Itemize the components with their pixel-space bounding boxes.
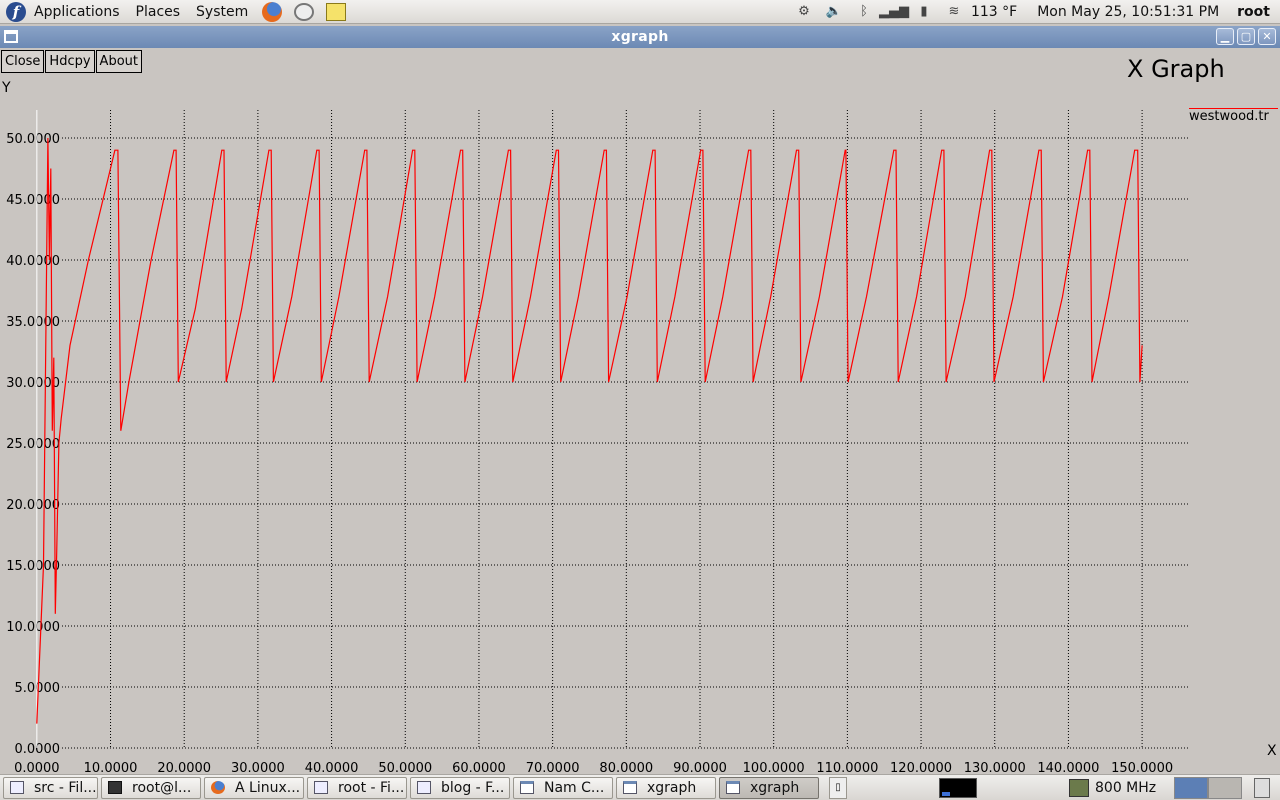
x-tick-label: 10.0000 [84, 761, 138, 772]
cpu-frequency-readout[interactable]: 800 MHz [1095, 780, 1156, 796]
volume-icon[interactable]: 🔈 [824, 3, 844, 21]
close-icon: ✕ [1262, 30, 1272, 43]
mail-launcher[interactable] [292, 1, 316, 23]
terminal-icon [108, 781, 122, 794]
y-tick-label: 10.0000 [6, 620, 60, 635]
window-title: xgraph [611, 29, 669, 45]
task-xgraph-2[interactable]: xgraph [719, 776, 819, 799]
button-bar: Close Hdcpy About [1, 50, 142, 73]
bluetooth-icon[interactable]: ᛒ [854, 3, 874, 21]
maximize-icon: ▢ [1240, 30, 1252, 43]
window-icon [726, 781, 740, 794]
x-tick-label: 150.0000 [1111, 761, 1173, 772]
x-axis-label: X [1267, 743, 1277, 759]
task-label: A Linux... [235, 779, 301, 796]
applications-menu[interactable]: Applications [26, 0, 128, 24]
maximize-button[interactable]: ▢ [1237, 28, 1255, 45]
x-tick-label: 20.0000 [157, 761, 211, 772]
minimize-button[interactable]: ▁ [1216, 28, 1234, 45]
task-root-file-manager[interactable]: root - Fi... [307, 776, 407, 799]
task-xgraph-1[interactable]: xgraph [616, 776, 716, 799]
task-label: Nam C... [544, 779, 605, 796]
notes-icon [326, 2, 347, 21]
system-monitor-graph[interactable] [939, 777, 977, 798]
y-axis-label: Y [2, 80, 11, 96]
plot-area: 0.00005.000010.000015.000020.000025.0000… [6, 110, 1190, 772]
system-menu[interactable]: System [188, 0, 256, 24]
x-tick-label: 70.0000 [526, 761, 580, 772]
window-titlebar[interactable]: xgraph ▁ ▢ ✕ [0, 26, 1280, 48]
xgraph-client-area: 0.0000 5.0000 10.0000 15.0000 20.0000 25.0000… [0, 48, 1280, 772]
network-signal-icon[interactable]: ▂▄▆ [879, 3, 909, 21]
workspace-2[interactable] [1208, 776, 1243, 799]
firefox-icon [211, 781, 225, 794]
notes-launcher[interactable] [324, 1, 348, 23]
series-line-westwood-tr [36, 137, 1143, 724]
temperature-readout[interactable]: 113 °F [969, 4, 1025, 20]
hardcopy-button[interactable]: Hdcpy [45, 50, 95, 73]
file-manager-icon [10, 781, 24, 794]
close-window-button[interactable]: ✕ [1258, 28, 1276, 45]
y-tick-label: 25.0000 [6, 437, 60, 452]
bottom-taskbar: src - Fil... root@l... A Linux... root -… [0, 774, 1280, 800]
task-terminal[interactable]: root@l... [101, 776, 201, 799]
x-tick-label: 90.0000 [673, 761, 727, 772]
task-label: blog - F... [441, 779, 505, 796]
y-tick-label: 20.0000 [6, 498, 60, 513]
window-icon [623, 781, 637, 794]
clock[interactable]: Mon May 25, 10:51:31 PM [1025, 4, 1231, 20]
x-tick-label: 0.0000 [14, 761, 60, 772]
task-label: src - Fil... [34, 779, 97, 796]
top-panel: f Applications Places System ⚙ 🔈 ᛒ ▂▄▆ ▮… [0, 0, 1280, 24]
x-tick-label: 110.0000 [816, 761, 878, 772]
weather-icon[interactable]: ≋ [944, 3, 964, 21]
x-tick-label: 60.0000 [452, 761, 506, 772]
cpu-frequency-icon[interactable] [1069, 778, 1089, 797]
task-blog-file-manager[interactable]: blog - F... [410, 776, 510, 799]
updates-icon[interactable]: ⚙ [794, 3, 814, 21]
window-menu-icon[interactable] [4, 30, 18, 43]
minimize-icon: ▁ [1220, 30, 1230, 43]
task-src-file-manager[interactable]: src - Fil... [3, 776, 98, 799]
task-label: xgraph [647, 779, 697, 796]
firefox-launcher[interactable] [260, 1, 284, 23]
x-tick-label: 30.0000 [231, 761, 285, 772]
about-button[interactable]: About [95, 50, 142, 73]
graph-title: X Graph [1127, 55, 1225, 83]
y-tick-label: 45.0000 [6, 193, 60, 208]
window-icon [520, 781, 534, 794]
y-tick-label: 15.0000 [6, 559, 60, 574]
firefox-icon [262, 1, 283, 22]
x-tick-label: 130.0000 [964, 761, 1026, 772]
window-controls: ▁ ▢ ✕ [1216, 28, 1276, 45]
places-menu[interactable]: Places [128, 0, 189, 24]
file-manager-icon [417, 781, 431, 794]
user-menu[interactable]: root [1231, 4, 1280, 20]
task-label: xgraph [750, 779, 800, 796]
legend-label: westwood.tr [1189, 109, 1269, 124]
task-label: root - Fi... [338, 779, 405, 796]
task-firefox[interactable]: A Linux... [204, 776, 304, 799]
power-icon[interactable]: ▮ [914, 3, 934, 21]
x-tick-label: 140.0000 [1037, 761, 1099, 772]
file-manager-icon [314, 781, 328, 794]
x-tick-label: 50.0000 [378, 761, 432, 772]
mail-icon [294, 2, 315, 21]
x-tick-label: 40.0000 [305, 761, 359, 772]
workspace-switcher [1174, 776, 1243, 799]
close-button[interactable]: Close [1, 50, 45, 73]
show-desktop-icon: ▯ [835, 782, 841, 793]
task-nam-console[interactable]: Nam C... [513, 776, 613, 799]
show-desktop-button[interactable]: ▯ [829, 776, 847, 799]
x-tick-label: 80.0000 [599, 761, 653, 772]
workspace-1[interactable] [1174, 776, 1209, 799]
y-tick-label: 50.0000 [6, 132, 60, 147]
x-tick-label: 100.0000 [743, 761, 805, 772]
task-label: root@l... [132, 779, 192, 796]
x-tick-label: 120.0000 [890, 761, 952, 772]
fedora-icon[interactable]: f [6, 1, 26, 22]
trash-icon[interactable] [1254, 777, 1271, 798]
